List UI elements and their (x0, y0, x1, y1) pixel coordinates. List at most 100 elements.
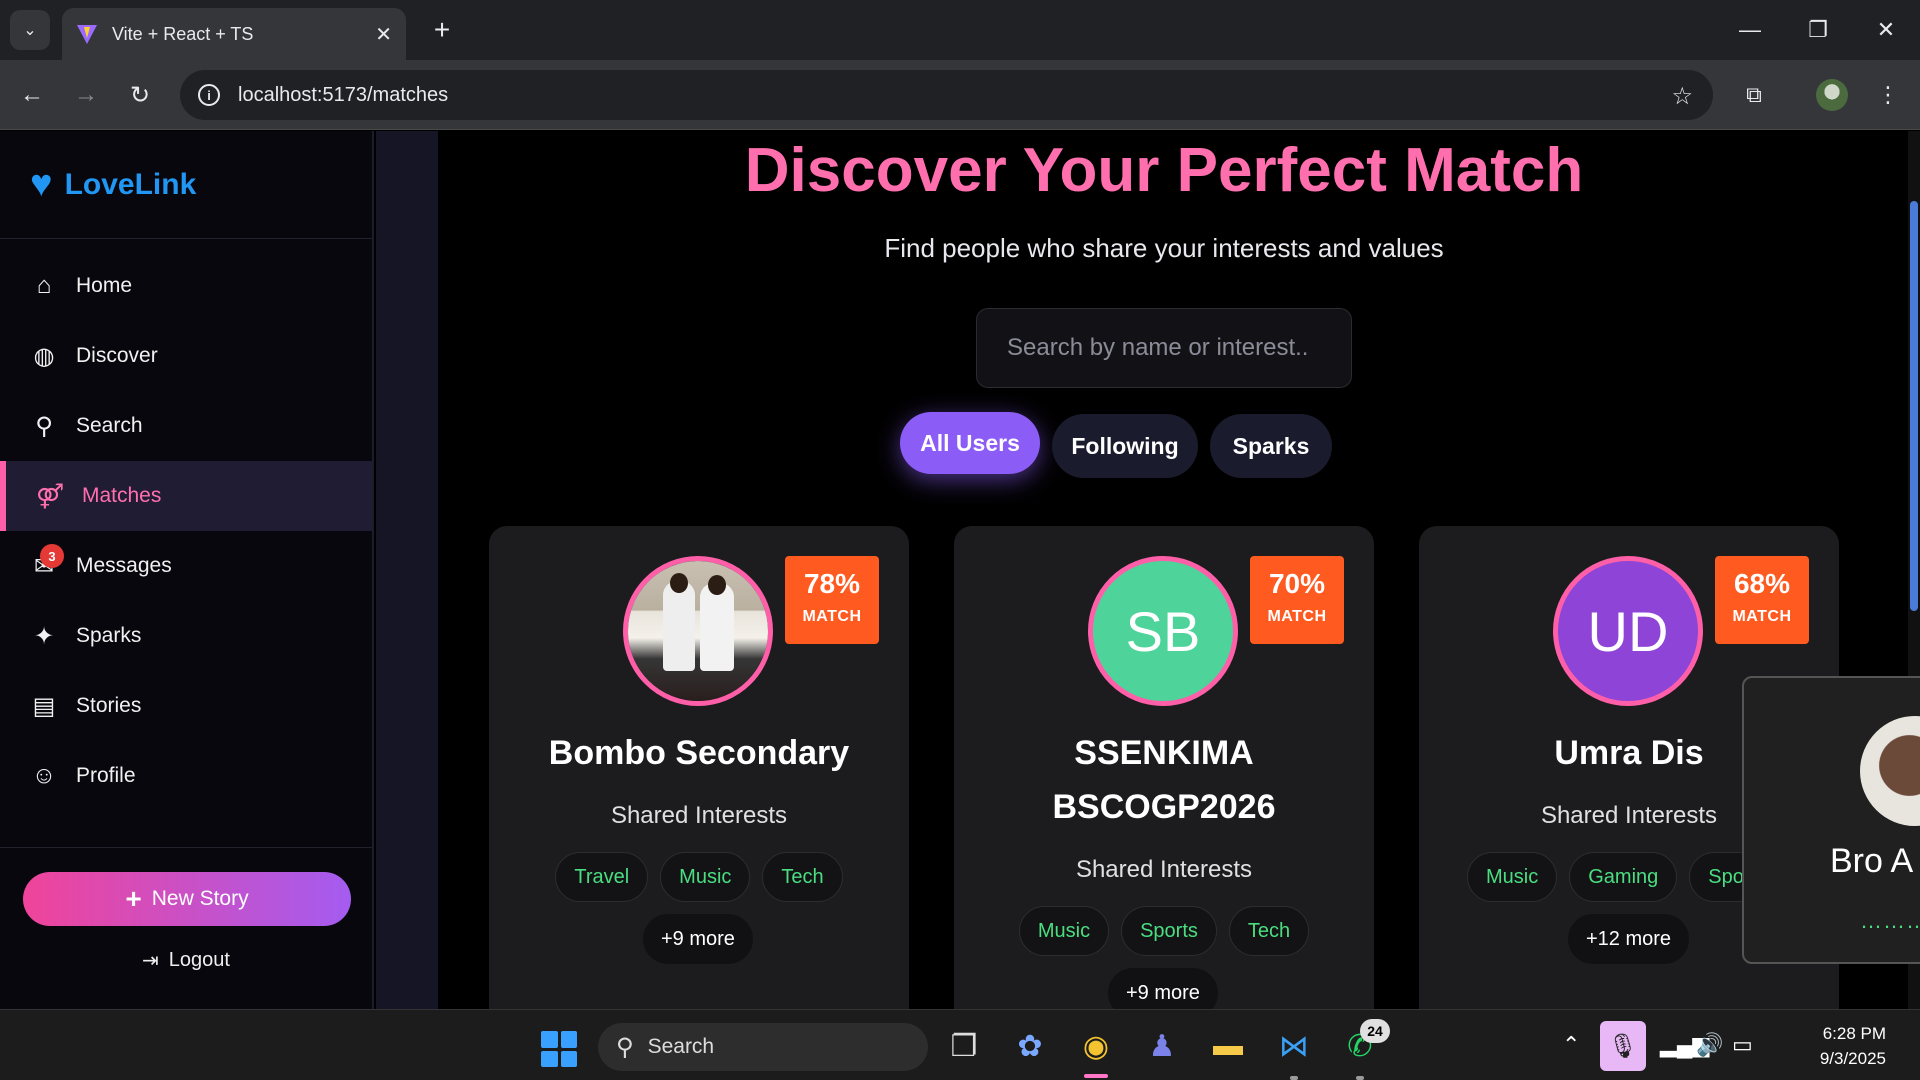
messages-badge: 3 (40, 544, 64, 568)
search-input[interactable] (1007, 334, 1337, 362)
interest-tag[interactable]: Music (660, 852, 751, 902)
new-story-button[interactable]: + New Story (23, 872, 351, 926)
taskbar-clock[interactable]: 6:28 PM 9/3/2025 (1776, 1021, 1886, 1071)
match-card[interactable]: SB 70% MATCH SSENKIMA BSCOGP2026 Shared … (954, 526, 1374, 1009)
sidebar-item-profile[interactable]: ☺ Profile (0, 741, 372, 811)
interest-tag[interactable]: Tech (762, 852, 843, 902)
interest-tag[interactable]: Sports (1121, 906, 1217, 956)
url-text[interactable]: localhost:5173/matches (238, 84, 448, 107)
profile-avatar (1816, 79, 1848, 111)
match-label: MATCH (1267, 608, 1327, 625)
interest-tags: Music Sports Tech (954, 906, 1374, 956)
more-vert-icon: ⋮ (1877, 82, 1899, 107)
filter-all-users[interactable]: All Users (900, 412, 1040, 474)
video-call-popup[interactable]: Bro A ……… (1742, 676, 1920, 964)
vite-logo-icon (77, 25, 97, 44)
page-title: Discover Your Perfect Match (744, 136, 1584, 205)
tab-close-icon[interactable]: ✕ (375, 22, 392, 47)
interest-tag[interactable]: Music (1467, 852, 1558, 902)
back-button[interactable]: ← (14, 77, 50, 113)
taskbar-search[interactable]: ⚲ Search (598, 1023, 928, 1071)
reload-icon: ↻ (129, 81, 151, 109)
logout-icon: ⇥ (142, 950, 159, 972)
address-bar[interactable]: i localhost:5173/matches ☆ (180, 70, 1713, 120)
sidebar-item-label: Profile (76, 764, 136, 787)
book-icon: ▤ (32, 692, 56, 720)
active-app-indicator (1084, 1074, 1108, 1078)
tab-search-button[interactable]: ⌄ (10, 10, 50, 50)
avatar[interactable]: UD (1553, 556, 1703, 706)
restore-button[interactable]: ❐ (1784, 0, 1852, 60)
avatar[interactable]: SB (1088, 556, 1238, 706)
forward-button[interactable]: → (68, 77, 104, 113)
sidebar-footer: + New Story ⇥ Logout (0, 847, 372, 973)
sidebar-item-label: Sparks (76, 624, 142, 647)
filter-sparks[interactable]: Sparks (1210, 414, 1332, 478)
sidebar-item-search[interactable]: ⚲ Search (0, 391, 372, 461)
chrome-icon[interactable]: ◉ (1074, 1024, 1118, 1068)
match-percentage: 78% (803, 568, 861, 599)
battery-icon[interactable]: ▭ (1732, 1032, 1753, 1058)
filter-following[interactable]: Following (1052, 414, 1198, 478)
sidebar-item-sparks[interactable]: ✦ Sparks (0, 601, 372, 671)
interest-tag[interactable]: Gaming (1569, 852, 1678, 902)
more-interests-chip[interactable]: +12 more (1568, 914, 1690, 964)
interest-tags: Travel Music Tech (489, 852, 909, 902)
clock-date: 9/3/2025 (1819, 1049, 1886, 1068)
match-card[interactable]: 78% MATCH Bombo Secondary Shared Interes… (489, 526, 909, 1009)
copilot-icon[interactable]: ✿ (1008, 1024, 1052, 1068)
arrow-right-icon: → (74, 81, 98, 108)
home-icon: ⌂ (36, 272, 52, 299)
scrollbar-thumb[interactable] (1910, 201, 1918, 611)
minimize-button[interactable]: — (1716, 0, 1784, 60)
card-name: Bombo Secondary (548, 734, 850, 772)
arrow-left-icon: ← (20, 81, 44, 108)
search-icon: ⚲ (616, 1033, 634, 1061)
new-tab-button[interactable]: + (424, 12, 460, 48)
shared-interests-label: Shared Interests (610, 802, 788, 829)
teams-icon[interactable]: ♟ (1140, 1024, 1184, 1068)
chevron-up-icon[interactable]: ⌃ (1562, 1032, 1580, 1058)
volume-icon[interactable]: 🔊 (1696, 1032, 1723, 1058)
compass-icon: ◍ (33, 342, 55, 370)
sidebar-item-home[interactable]: ⌂ Home (0, 251, 372, 321)
file-explorer-icon[interactable]: ▬ (1206, 1024, 1250, 1068)
whatsapp-badge: 24 (1360, 1019, 1390, 1043)
site-info-icon[interactable]: i (198, 84, 220, 106)
search-box[interactable] (976, 308, 1352, 388)
sidebar-item-stories[interactable]: ▤ Stories (0, 671, 372, 741)
interest-tag[interactable]: Travel (555, 852, 649, 902)
user-icon: ☺ (31, 762, 57, 789)
browser-menu-button[interactable]: ⋮ (1870, 77, 1906, 113)
start-button[interactable] (541, 1031, 577, 1067)
microphone-icon[interactable]: 🎙 (1600, 1021, 1646, 1071)
bookmark-star-icon[interactable]: ☆ (1671, 82, 1693, 111)
match-label: MATCH (802, 608, 862, 625)
task-view-icon[interactable]: ❐ (942, 1024, 986, 1068)
avatar-initials: UD (1587, 599, 1669, 663)
logout-button[interactable]: ⇥ Logout (0, 948, 372, 973)
matches-page: Discover Your Perfect Match Find people … (438, 131, 1890, 1009)
page-subtitle: Find people who share your interests and… (884, 233, 1444, 263)
interest-tag[interactable]: Tech (1228, 906, 1310, 956)
sidebar-item-discover[interactable]: ◍ Discover (0, 321, 372, 391)
extensions-button[interactable]: ⧉ (1736, 77, 1772, 113)
sidebar-item-messages[interactable]: ✉ 3 Messages (0, 531, 372, 601)
sidebar-item-label: Search (76, 414, 143, 437)
interest-tag[interactable]: Music (1018, 906, 1110, 956)
sidebar-item-label: Messages (76, 554, 172, 577)
chevron-down-icon: ⌄ (23, 22, 37, 39)
browser-tab[interactable]: Vite + React + TS ✕ (62, 8, 406, 60)
more-interests-chip[interactable]: +9 more (1108, 968, 1218, 1009)
sidebar-item-label: Discover (76, 344, 158, 367)
brand[interactable]: ♥ LoveLink (0, 131, 372, 239)
more-interests-chip[interactable]: +9 more (643, 914, 753, 964)
call-status-dots: ……… (1860, 908, 1920, 933)
avatar[interactable] (623, 556, 773, 706)
profile-button[interactable] (1814, 77, 1850, 113)
sidebar-item-matches[interactable]: ⚤ Matches (0, 461, 372, 531)
vscode-icon[interactable]: ⋈ (1272, 1024, 1316, 1068)
reload-button[interactable]: ↻ (122, 77, 158, 113)
window-controls: — ❐ ✕ (1716, 0, 1920, 60)
close-window-button[interactable]: ✕ (1852, 0, 1920, 60)
